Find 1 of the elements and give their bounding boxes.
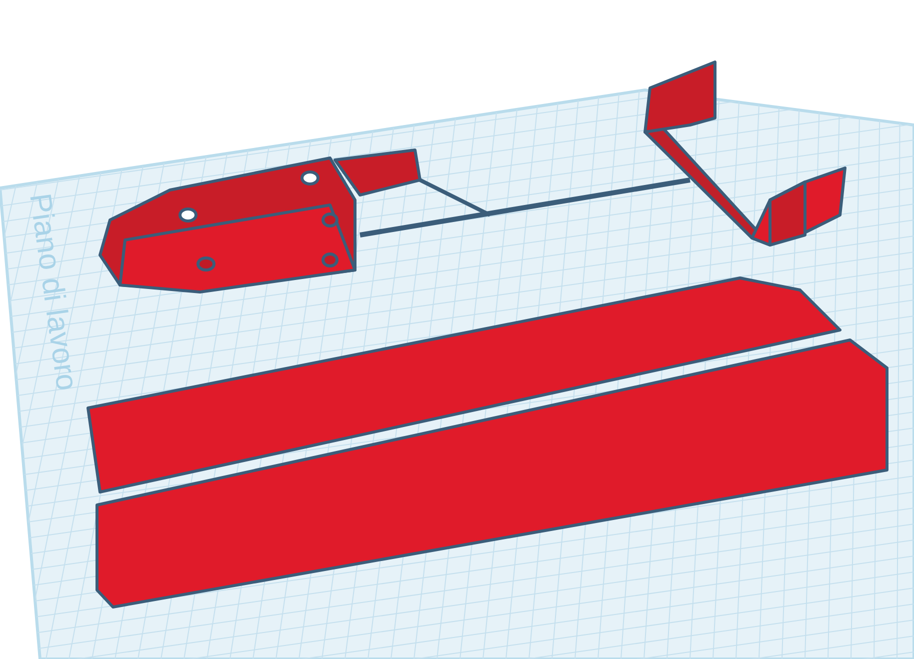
- workplane-label: Piano di lavoro: [23, 191, 84, 392]
